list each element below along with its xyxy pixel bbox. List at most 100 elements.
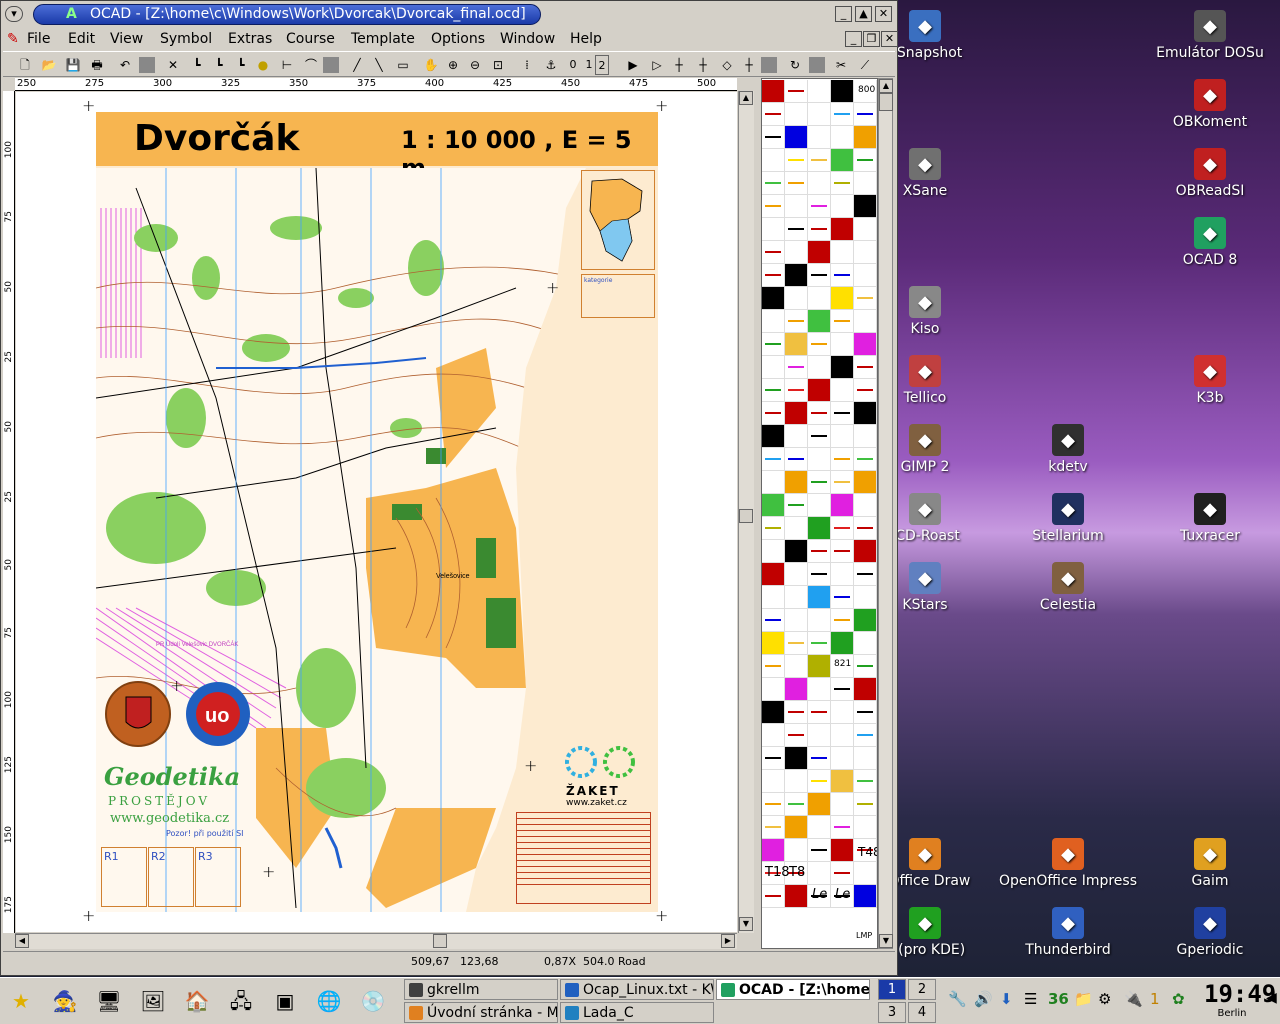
symbol-swatch[interactable] [808, 448, 831, 471]
symbol-swatch[interactable] [854, 379, 877, 402]
symbol-swatch[interactable] [854, 862, 877, 885]
menu-edit[interactable]: Edit [68, 31, 95, 47]
symbol-swatch[interactable] [831, 839, 854, 862]
symbol-swatch[interactable] [785, 586, 808, 609]
fill2-icon[interactable] [761, 57, 777, 73]
home-icon[interactable]: 🏠 [180, 984, 214, 1018]
symbol-swatch[interactable] [831, 724, 854, 747]
maximize-icon[interactable]: ▲ [855, 6, 872, 22]
symbol-swatch[interactable] [854, 264, 877, 287]
symbol-swatch[interactable] [785, 632, 808, 655]
symbol-swatch[interactable] [831, 379, 854, 402]
symbol-swatch[interactable] [854, 241, 877, 264]
title-bar[interactable]: ▾ A OCAD - [Z:\home\c\Windows\Work\Dvorc… [3, 3, 895, 25]
symbol-swatch[interactable] [808, 793, 831, 816]
symbol-swatch[interactable] [854, 218, 877, 241]
task-mozilla[interactable]: Úvodní stránka - Moz [404, 1002, 558, 1023]
symbol-swatch[interactable] [831, 80, 854, 103]
computer-icon[interactable]: 🖥 [92, 984, 126, 1018]
symbol-swatch[interactable] [854, 402, 877, 425]
menu-options[interactable]: Options [431, 31, 485, 47]
symbol-swatch[interactable] [785, 747, 808, 770]
symbol-swatch[interactable] [762, 839, 785, 862]
symbol-swatch[interactable] [854, 287, 877, 310]
symbol-swatch[interactable] [762, 448, 785, 471]
symbol-swatch[interactable] [762, 747, 785, 770]
line-icon[interactable]: ╱ [347, 55, 367, 75]
add-vertex-icon[interactable]: ┼ [669, 55, 689, 75]
symbol-swatch[interactable] [831, 632, 854, 655]
move-vertex-icon[interactable]: ┼ [693, 55, 713, 75]
symbol-swatch[interactable] [785, 770, 808, 793]
symbol-swatch[interactable] [762, 333, 785, 356]
horizontal-scrollbar[interactable]: ◀ ▶ [15, 933, 737, 949]
symbol-swatch[interactable] [785, 310, 808, 333]
symbol-swatch[interactable] [808, 517, 831, 540]
doc-restore-icon[interactable]: ❐ [863, 31, 880, 47]
symbol-swatch[interactable] [808, 126, 831, 149]
scroll-down-icon[interactable]: ▼ [739, 917, 753, 931]
symbol-swatch[interactable] [785, 333, 808, 356]
symbol-swatch[interactable] [831, 241, 854, 264]
menu-template[interactable]: Template [351, 31, 415, 47]
symbol-swatch[interactable] [808, 632, 831, 655]
symbol-swatch[interactable] [831, 333, 854, 356]
desktop-icon-thunderbird[interactable]: ◆ Thunderbird [998, 907, 1138, 958]
symbol-swatch[interactable] [785, 655, 808, 678]
measure-icon[interactable]: ⊢ [277, 55, 297, 75]
symbol-swatch[interactable] [831, 425, 854, 448]
desktop-icon-gperiodic[interactable]: ◆ Gperiodic [1140, 907, 1280, 958]
globe-icon[interactable]: 🌐 [312, 984, 346, 1018]
close-icon[interactable]: ✕ [875, 6, 892, 22]
palette-scroll-down-icon[interactable]: ▼ [879, 934, 893, 948]
symbol-swatch[interactable] [831, 448, 854, 471]
symbol-swatch[interactable] [762, 540, 785, 563]
minimize-icon[interactable]: _ [835, 6, 852, 22]
symbol-swatch[interactable] [808, 471, 831, 494]
symbol-swatch[interactable] [762, 264, 785, 287]
symbol-swatch[interactable] [831, 540, 854, 563]
symbol-swatch[interactable] [785, 494, 808, 517]
desktop-icon-emul-tor-dosu[interactable]: ◆ Emulátor DOSu [1140, 10, 1280, 61]
symbol-swatch[interactable] [808, 241, 831, 264]
star-icon[interactable]: ★ [4, 984, 38, 1018]
symbol-swatch[interactable] [854, 172, 877, 195]
symbol-swatch[interactable] [762, 586, 785, 609]
symbol-swatch[interactable] [808, 356, 831, 379]
curve-icon[interactable]: ╲ [369, 55, 389, 75]
symbol-swatch[interactable] [831, 816, 854, 839]
menu-view[interactable]: View [110, 31, 143, 47]
zoom-window-icon[interactable]: ⊡ [488, 55, 508, 75]
symbol-swatch[interactable] [831, 701, 854, 724]
bridge-icon[interactable]: ⌒ [301, 55, 321, 75]
app-menu-icon[interactable]: ✎ [7, 31, 19, 47]
symbol-swatch[interactable] [831, 609, 854, 632]
symbol-swatch[interactable] [808, 195, 831, 218]
symbol-swatch[interactable] [808, 563, 831, 586]
scroll-thumb[interactable] [433, 934, 447, 948]
desktop-icon-kdetv[interactable]: ◆ kdetv [998, 424, 1138, 475]
symbol-swatch[interactable] [831, 494, 854, 517]
symbol-palette[interactable]: 800 821 5 T18 T8 Le Le LMP T48 [761, 78, 878, 949]
symbol-swatch[interactable] [831, 517, 854, 540]
symbol-swatch[interactable] [854, 494, 877, 517]
desktop-3[interactable]: 3 [878, 1002, 906, 1023]
symbol-swatch[interactable] [785, 793, 808, 816]
terminal-icon[interactable]: ▣ [268, 984, 302, 1018]
symbol-swatch[interactable] [854, 816, 877, 839]
symbol-swatch[interactable] [785, 126, 808, 149]
symbol-swatch[interactable] [808, 425, 831, 448]
symbol-swatch[interactable] [762, 356, 785, 379]
menu-symbol[interactable]: Symbol [160, 31, 212, 47]
open-icon[interactable]: 📂 [39, 55, 59, 75]
symbol-swatch[interactable] [785, 287, 808, 310]
symbol-swatch[interactable] [785, 540, 808, 563]
symbol-swatch[interactable] [854, 885, 877, 908]
symbol-swatch[interactable] [808, 310, 831, 333]
symbol-swatch[interactable] [831, 471, 854, 494]
symbol-swatch[interactable] [785, 425, 808, 448]
symbol-swatch[interactable] [785, 172, 808, 195]
symbol-swatch[interactable] [831, 149, 854, 172]
desktop-icon-gaim[interactable]: ◆ Gaim [1140, 838, 1280, 889]
symbol-swatch[interactable] [854, 471, 877, 494]
